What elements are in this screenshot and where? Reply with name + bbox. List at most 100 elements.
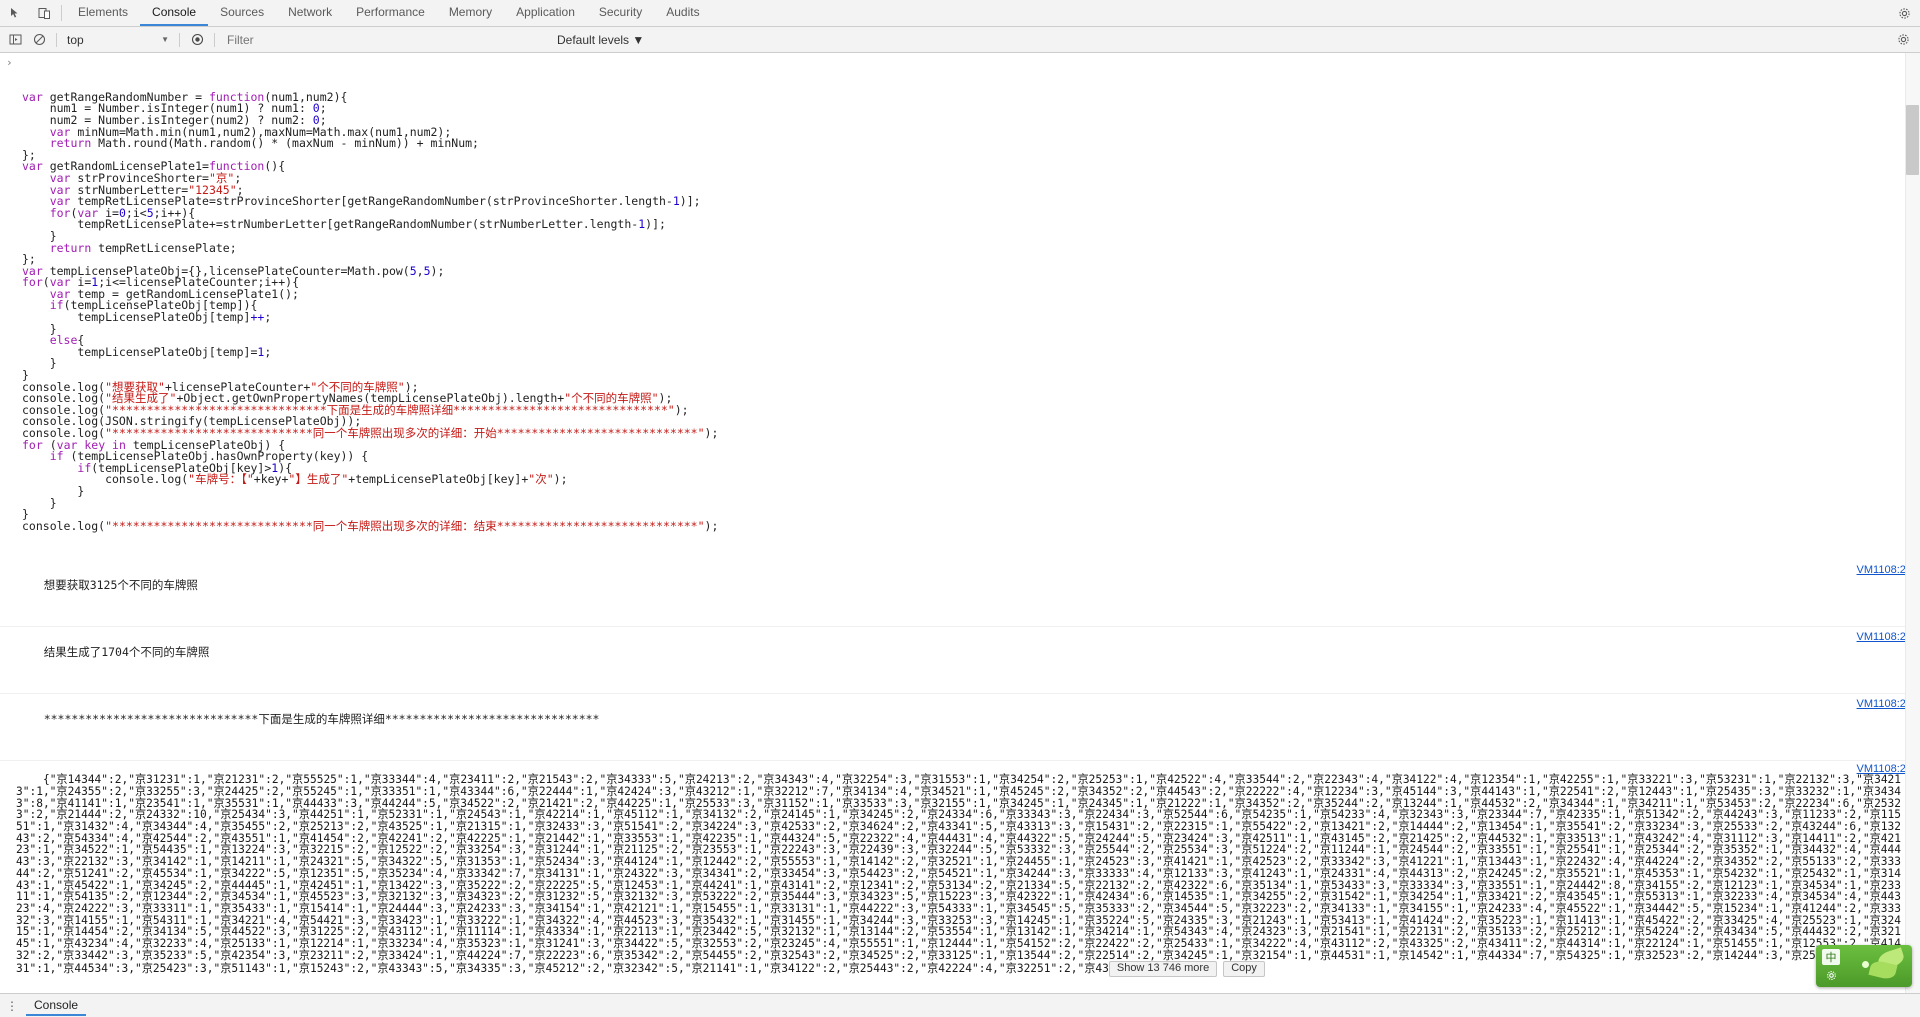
code-line: } — [22, 497, 1920, 510]
code-line: } — [22, 485, 1920, 498]
console-toolbar: top ▼ Default levels ▼ — [0, 27, 1920, 53]
console-message-row: 结果生成了1704个不同的车牌照 VM1108:27 — [0, 627, 1920, 694]
console-scrollbar[interactable] — [1905, 53, 1920, 993]
code-token: ); — [704, 426, 719, 440]
tab-label: Security — [598, 5, 643, 19]
ime-floating-widget[interactable]: 中 — [1816, 945, 1912, 987]
code-token: 5 — [423, 263, 431, 278]
ime-controls: 中 — [1822, 949, 1840, 983]
ime-language-badge[interactable]: 中 — [1822, 949, 1840, 965]
code-token: ); — [674, 402, 689, 417]
code-token: tempRetLicensePlate+=strNumberLetter[get… — [22, 217, 639, 232]
code-line: }; — [22, 149, 1920, 162]
code-token: +tempLicensePlateObj[key]+ — [348, 472, 529, 487]
source-link[interactable]: VM1108:29 — [1857, 763, 1912, 776]
tab-label: Performance — [356, 5, 425, 19]
code-line: } — [22, 358, 1920, 370]
execution-context-select[interactable]: top ▼ — [63, 33, 173, 47]
code-line: var getRandomLicensePlate1=function(){ — [22, 161, 1920, 173]
code-token: tempRetLicensePlate; — [98, 240, 237, 255]
tab-memory[interactable]: Memory — [437, 0, 504, 26]
code-line: tempLicensePlateObj[temp]++; — [22, 310, 1920, 325]
code-line: if (tempLicensePlateObj.hasOwnProperty(k… — [22, 450, 1920, 463]
tab-label: Network — [288, 5, 333, 19]
ime-settings-gear-icon[interactable] — [1822, 967, 1840, 983]
gear-icon[interactable] — [1894, 3, 1914, 23]
console-input-echo: › var getRangeRandomNumber = function(nu… — [0, 53, 1920, 560]
drawer-tab-label: Console — [34, 997, 79, 1012]
devtools-tabbar: Elements Console Sources Network Perform… — [0, 0, 1920, 27]
truncation-controls: Show 13 746 more Copy — [1108, 961, 1265, 978]
toolbar-divider — [56, 32, 57, 47]
tab-label: Audits — [666, 5, 700, 19]
device-toolbar-icon[interactable] — [34, 3, 54, 23]
code-token: , — [416, 263, 424, 278]
console-toolbar-right — [1892, 30, 1920, 50]
drawer-tab-console[interactable]: Console — [26, 996, 87, 1016]
code-line: return Math.round(Math.random() * (maxNu… — [22, 136, 1920, 151]
show-more-button[interactable]: Show 13 746 more — [1108, 961, 1218, 978]
code-token: )]; — [679, 194, 701, 209]
code-line: var temp = getRandomLicensePlate1(); — [22, 288, 1920, 301]
live-expression-eye-icon[interactable] — [186, 30, 208, 50]
tab-performance[interactable]: Performance — [344, 0, 437, 26]
console-message-text: 结果生成了1704个不同的车牌照 — [43, 644, 210, 659]
chevron-down-icon: ▼ — [161, 35, 169, 44]
source-link[interactable]: VM1108:27 — [1857, 630, 1912, 645]
code-line: console.log("车牌号：【"+key+"】生成了"+tempLicen… — [22, 474, 1920, 486]
code-token: return — [49, 136, 99, 151]
tab-network[interactable]: Network — [276, 0, 344, 26]
inspect-element-icon[interactable] — [6, 3, 26, 23]
code-token: ; — [264, 344, 272, 359]
code-token: "】生成了" — [288, 472, 349, 487]
code-token: +key+ — [253, 472, 289, 487]
source-code-block: var getRangeRandomNumber = function(num1… — [22, 91, 1920, 533]
code-token: 1 — [672, 194, 680, 209]
log-levels-label: Default levels — [557, 32, 630, 47]
filter-input[interactable] — [221, 31, 551, 48]
code-line: var strProvinceShorter="京"; — [22, 172, 1920, 185]
code-token: ); — [430, 263, 445, 278]
code-line: console.log("***************************… — [22, 518, 1920, 533]
code-token: ); — [553, 472, 568, 487]
code-token: ; — [264, 310, 272, 325]
console-settings-gear-icon[interactable] — [1892, 30, 1914, 50]
console-message-row: *******************************下面是生成的车牌照… — [0, 694, 1920, 761]
panel-tabs: Elements Console Sources Network Perform… — [66, 0, 712, 26]
tab-audits[interactable]: Audits — [654, 0, 711, 26]
sogou-leaf-logo — [1860, 947, 1906, 983]
code-token: tempLicensePlateObj[temp]= — [22, 344, 258, 359]
copy-button[interactable]: Copy — [1223, 961, 1265, 978]
tab-label: Sources — [220, 5, 265, 19]
tab-application[interactable]: Application — [504, 0, 587, 26]
tab-label: Application — [516, 5, 575, 19]
console-scrollbar-thumb[interactable] — [1906, 105, 1919, 175]
code-token: return — [49, 240, 99, 255]
console-message-row: 想要获取3125个不同的车牌照 VM1108:26 — [0, 560, 1920, 627]
log-levels-select[interactable]: Default levels ▼ — [553, 33, 648, 47]
code-token: ); — [704, 518, 719, 533]
toolbar-divider — [179, 32, 180, 47]
source-link[interactable]: VM1108:26 — [1857, 563, 1912, 578]
tab-console[interactable]: Console — [140, 0, 209, 26]
tabbar-right-icons — [1894, 0, 1920, 26]
code-line: } — [22, 230, 1920, 243]
code-token: console.log( — [22, 518, 106, 533]
code-line: } — [22, 323, 1920, 336]
console-message-list[interactable]: › var getRangeRandomNumber = function(nu… — [0, 53, 1920, 993]
tab-label: Elements — [78, 5, 129, 19]
code-token: "*****************************同一个车牌照出现多次… — [105, 518, 705, 533]
tab-security[interactable]: Security — [587, 0, 654, 26]
code-token: ++ — [250, 310, 265, 325]
code-line: var tempLicensePlateObj={},licensePlateC… — [22, 263, 1920, 278]
drawer-menu-icon[interactable]: ⋮ — [4, 997, 20, 1015]
code-token: 5 — [409, 263, 417, 278]
tab-sources[interactable]: Sources — [208, 0, 276, 26]
source-link[interactable]: VM1108:28 — [1857, 697, 1912, 712]
tabbar-divider — [61, 5, 62, 21]
clear-console-icon[interactable] — [28, 30, 50, 50]
tab-elements[interactable]: Elements — [66, 0, 140, 26]
console-sidebar-icon[interactable] — [4, 30, 26, 50]
chevron-down-icon: ▼ — [632, 32, 645, 47]
toolbar-divider — [214, 32, 215, 47]
